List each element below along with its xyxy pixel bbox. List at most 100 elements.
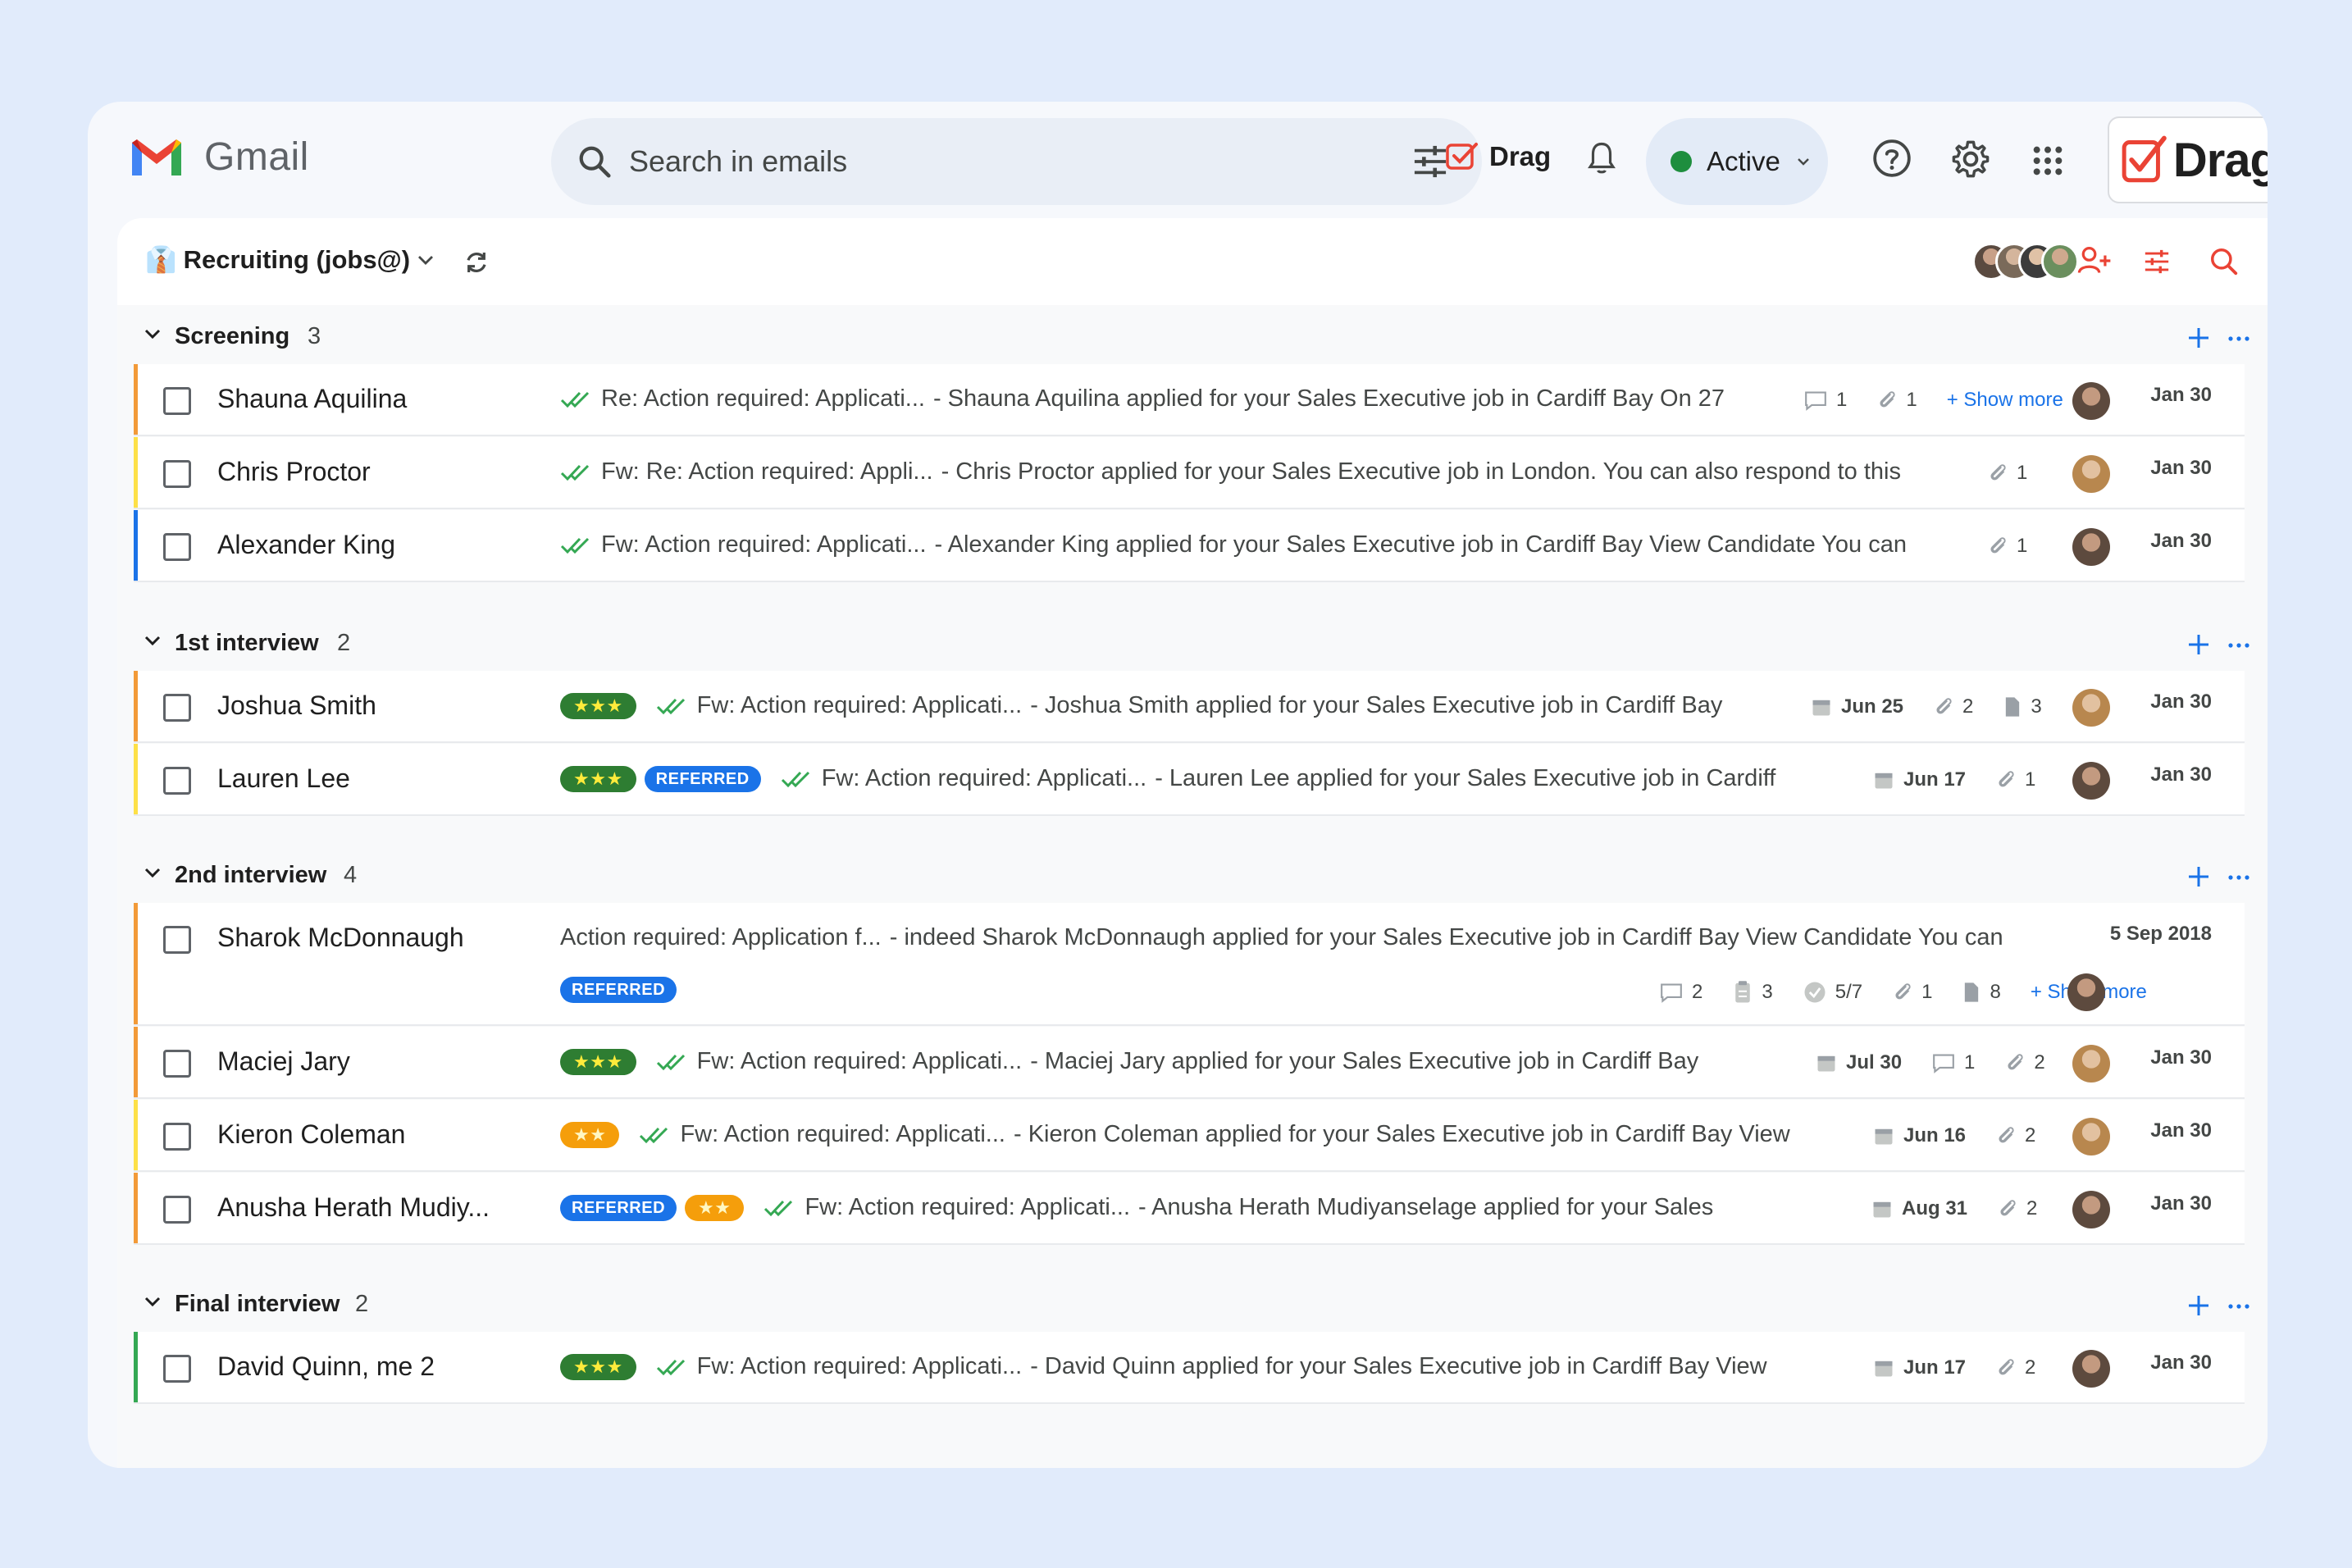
add-item-icon[interactable] bbox=[2187, 326, 2210, 349]
search-icon[interactable] bbox=[576, 143, 613, 180]
progress-count: 5/7 bbox=[1835, 981, 1863, 1003]
kanban-board: 👔 Recruiting (jobs@) Screening 3 Shauna … bbox=[117, 218, 2268, 1468]
attachment-count: 2 bbox=[1962, 695, 1974, 718]
assignee-avatar[interactable] bbox=[2072, 455, 2110, 493]
help-icon[interactable] bbox=[1871, 138, 1912, 179]
group-header-final-interview[interactable]: Final interview 2 bbox=[117, 1273, 2268, 1332]
status-selector[interactable]: Active bbox=[1646, 118, 1828, 205]
assignee-avatar[interactable] bbox=[2072, 689, 2110, 727]
refresh-icon[interactable] bbox=[463, 249, 490, 276]
more-options-icon[interactable] bbox=[2228, 875, 2249, 880]
referred-tag[interactable]: REFERRED bbox=[560, 977, 677, 1003]
subject: Re: Action required: Applicati... bbox=[601, 385, 925, 412]
list-item[interactable]: Chris Proctor Fw: Re: Action required: A… bbox=[134, 437, 2245, 509]
list-item[interactable]: Alexander King Fw: Action required: Appl… bbox=[134, 510, 2245, 582]
assignee-avatar[interactable] bbox=[2072, 1118, 2110, 1155]
select-checkbox[interactable] bbox=[163, 1050, 191, 1078]
assignee-avatar[interactable] bbox=[2067, 973, 2105, 1011]
select-checkbox[interactable] bbox=[163, 533, 191, 561]
collapse-chevron-icon[interactable] bbox=[144, 328, 162, 341]
collapse-chevron-icon[interactable] bbox=[144, 867, 162, 880]
bell-icon[interactable] bbox=[1584, 139, 1619, 177]
rating-stars-tag[interactable]: ★★ bbox=[560, 1121, 620, 1148]
list-item[interactable]: Sharok McDonnaugh Action required: Appli… bbox=[134, 903, 2245, 1026]
filter-icon[interactable] bbox=[2143, 248, 2171, 276]
drag-button[interactable]: Drag bbox=[1445, 141, 1551, 172]
add-user-icon[interactable] bbox=[2077, 244, 2112, 277]
select-checkbox[interactable] bbox=[163, 926, 191, 954]
rating-stars-tag[interactable]: ★★★ bbox=[560, 692, 636, 719]
team-avatars[interactable] bbox=[1972, 243, 2079, 280]
rating-stars-tag[interactable]: ★★★ bbox=[560, 1353, 636, 1380]
assignee-avatar[interactable] bbox=[2072, 382, 2110, 420]
sender-name: Kieron Coleman bbox=[217, 1119, 406, 1149]
referred-tag[interactable]: REFERRED bbox=[644, 765, 761, 792]
snippet: - Chris Proctor applied for your Sales E… bbox=[941, 458, 1901, 485]
group-header-2nd-interview[interactable]: 2nd interview 4 bbox=[117, 844, 2268, 903]
date: Jan 30 bbox=[2150, 530, 2212, 552]
collapse-chevron-icon[interactable] bbox=[144, 635, 162, 648]
row-meta: Jun 17 1 bbox=[1872, 768, 2057, 791]
group-header-screening[interactable]: Screening 3 bbox=[117, 305, 2268, 364]
collapse-chevron-icon[interactable] bbox=[144, 1296, 162, 1309]
apps-grid-icon[interactable] bbox=[2031, 144, 2064, 177]
select-checkbox[interactable] bbox=[163, 694, 191, 722]
assignee-avatar[interactable] bbox=[2072, 762, 2110, 800]
more-options-icon[interactable] bbox=[2228, 336, 2249, 341]
gear-icon[interactable] bbox=[1949, 138, 1992, 180]
assignee-avatar[interactable] bbox=[2072, 1045, 2110, 1083]
board-title[interactable]: 👔 Recruiting (jobs@) bbox=[145, 244, 410, 275]
more-options-icon[interactable] bbox=[2228, 1304, 2249, 1309]
select-checkbox[interactable] bbox=[163, 1196, 191, 1224]
assignee-avatar[interactable] bbox=[2072, 1350, 2110, 1388]
gmail-logo[interactable]: Gmail bbox=[129, 134, 309, 180]
assignee-avatar[interactable] bbox=[2072, 1191, 2110, 1228]
gmail-window: Gmail Drag bbox=[88, 102, 2268, 1468]
select-checkbox[interactable] bbox=[163, 1355, 191, 1383]
search-input[interactable] bbox=[629, 118, 1351, 205]
rating-stars-tag[interactable]: ★★ bbox=[685, 1194, 745, 1221]
board-search-icon[interactable] bbox=[2208, 246, 2240, 277]
list-item[interactable]: Lauren Lee ★★★ REFERRED Fw: Action requi… bbox=[134, 744, 2245, 816]
more-options-icon[interactable] bbox=[2228, 643, 2249, 648]
show-more-link[interactable]: + Show more bbox=[1947, 389, 2063, 412]
date: Jan 30 bbox=[2150, 1192, 2212, 1215]
double-check-icon bbox=[640, 1127, 668, 1143]
select-checkbox[interactable] bbox=[163, 1123, 191, 1151]
board-header: 👔 Recruiting (jobs@) bbox=[117, 218, 2268, 305]
referred-tag[interactable]: REFERRED bbox=[560, 1194, 677, 1221]
group-name: 1st interview bbox=[175, 630, 319, 656]
search-bar[interactable] bbox=[551, 118, 1482, 205]
assignee-avatar[interactable] bbox=[2072, 528, 2110, 566]
add-item-icon[interactable] bbox=[2187, 633, 2210, 656]
stage-color-bar bbox=[134, 903, 138, 1024]
comment-count: 2 bbox=[1692, 981, 1703, 1003]
group-name: Screening bbox=[175, 323, 290, 349]
list-item[interactable]: Shauna Aquilina Re: Action required: App… bbox=[134, 364, 2245, 436]
rating-stars-tag[interactable]: ★★★ bbox=[560, 765, 636, 792]
select-checkbox[interactable] bbox=[163, 767, 191, 795]
list-item[interactable]: Kieron Coleman ★★ Fw: Action required: A… bbox=[134, 1100, 2245, 1172]
sender-name: Maciej Jary bbox=[217, 1046, 350, 1076]
row-meta: Jun 16 2 bbox=[1872, 1124, 2057, 1147]
paperclip-icon bbox=[1990, 464, 2006, 481]
drag-brand-logo[interactable]: Drag bbox=[2108, 116, 2268, 203]
add-item-icon[interactable] bbox=[2187, 865, 2210, 888]
select-checkbox[interactable] bbox=[163, 460, 191, 488]
message-preview: ★★★ REFERRED Fw: Action required: Applic… bbox=[560, 765, 1775, 792]
paperclip-icon bbox=[2000, 1200, 2016, 1216]
search-options-icon[interactable] bbox=[1411, 144, 1449, 179]
list-item[interactable]: Joshua Smith ★★★ Fw: Action required: Ap… bbox=[134, 671, 2245, 743]
row-meta: 1 bbox=[1987, 462, 2049, 485]
group-header-1st-interview[interactable]: 1st interview 2 bbox=[117, 612, 2268, 671]
chevron-down-icon[interactable] bbox=[414, 251, 437, 269]
select-checkbox[interactable] bbox=[163, 387, 191, 415]
add-item-icon[interactable] bbox=[2187, 1294, 2210, 1317]
list-item[interactable]: David Quinn, me 2 ★★★ Fw: Action require… bbox=[134, 1332, 2245, 1404]
paperclip-icon bbox=[1990, 537, 2006, 554]
checklist-icon bbox=[1735, 981, 1751, 1003]
comment-icon bbox=[1805, 391, 1826, 411]
rating-stars-tag[interactable]: ★★★ bbox=[560, 1048, 636, 1075]
list-item[interactable]: Anusha Herath Mudiy... REFERRED ★★ Fw: A… bbox=[134, 1173, 2245, 1245]
list-item[interactable]: Maciej Jary ★★★ Fw: Action required: App… bbox=[134, 1027, 2245, 1099]
